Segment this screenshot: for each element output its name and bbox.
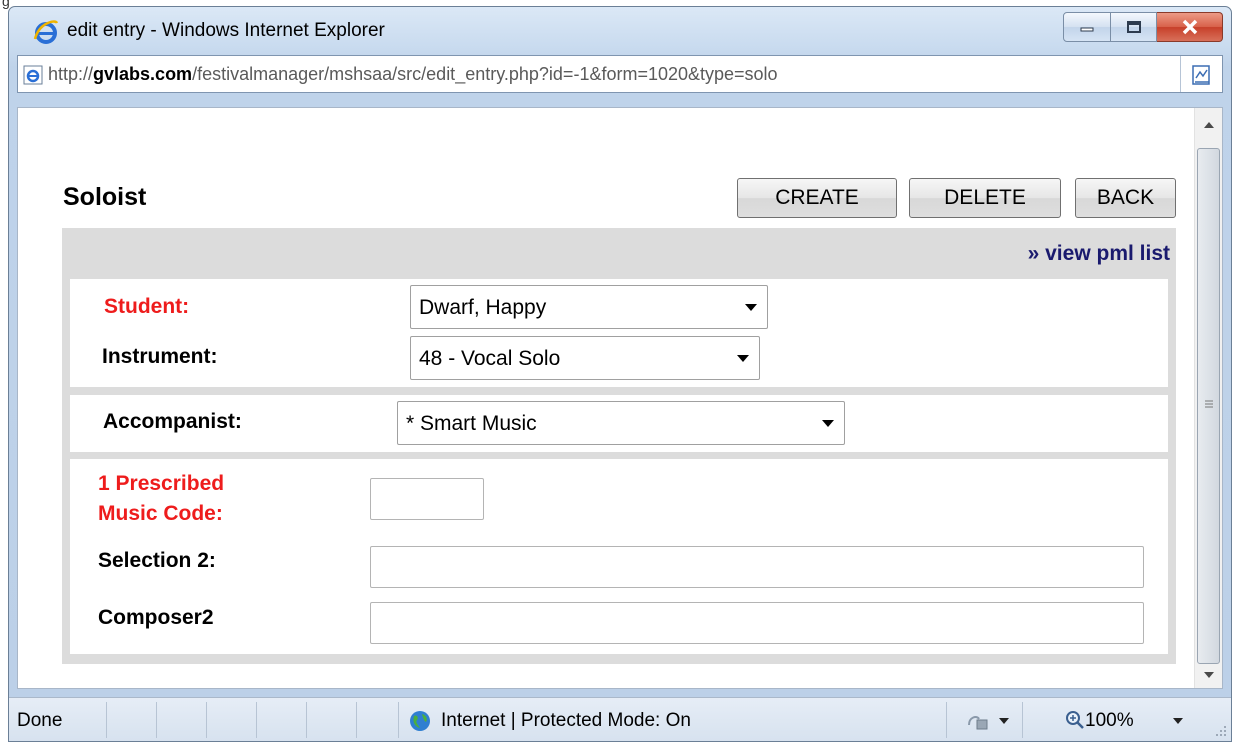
- chevron-down-icon: [737, 355, 749, 362]
- accompanist-select-value: * Smart Music: [406, 412, 537, 435]
- maximize-button[interactable]: [1111, 12, 1157, 42]
- accompanist-label: Accompanist:: [103, 410, 242, 433]
- selection2-input[interactable]: [370, 546, 1144, 588]
- student-select[interactable]: Dwarf, Happy: [410, 285, 768, 329]
- pml-code-label-line1: 1 Prescribed: [98, 472, 225, 495]
- pml-code-label-line2: Music Code:: [98, 502, 223, 525]
- music-section: 1 Prescribed Music Code: Selection 2: Co…: [70, 459, 1168, 654]
- page-title: Soloist: [63, 183, 147, 211]
- selection2-label: Selection 2:: [98, 549, 216, 572]
- url-text[interactable]: http://gvlabs.com/festivalmanager/mshsaa…: [48, 64, 778, 85]
- scroll-grip-icon: [1205, 400, 1213, 408]
- student-select-value: Dwarf, Happy: [419, 296, 547, 319]
- zoom-icon: [1066, 711, 1084, 729]
- status-cell: [207, 702, 257, 738]
- scroll-up-button[interactable]: [1195, 112, 1222, 138]
- compatibility-view-icon[interactable]: [1190, 63, 1214, 87]
- minimize-icon: [1080, 27, 1094, 32]
- student-section: Student: Dwarf, Happy Instrument: 48 - V…: [70, 279, 1168, 387]
- vertical-scrollbar[interactable]: [1194, 108, 1222, 688]
- url-domain: gvlabs.com: [93, 64, 193, 84]
- window-title: edit entry - Windows Internet Explorer: [67, 20, 385, 41]
- status-cell: [257, 702, 307, 738]
- minimize-button[interactable]: [1063, 12, 1111, 42]
- page-icon: [23, 65, 43, 85]
- scroll-up-icon: [1203, 122, 1214, 128]
- accompanist-select[interactable]: * Smart Music: [397, 401, 845, 445]
- window-controls: [1063, 12, 1223, 42]
- url-prefix: http://: [48, 64, 94, 84]
- status-cell: [357, 702, 399, 738]
- status-bar: Done Internet | Protected Mode: On 100%: [9, 697, 1231, 741]
- create-button[interactable]: CREATE: [737, 178, 897, 218]
- ie-logo-icon: [33, 20, 59, 44]
- pml-code-input[interactable]: [370, 478, 484, 520]
- maximize-icon: [1126, 21, 1141, 33]
- instrument-select-value: 48 - Vocal Solo: [419, 347, 561, 370]
- delete-button[interactable]: DELETE: [909, 178, 1061, 218]
- composer2-label: Composer2: [98, 606, 214, 629]
- chevron-down-icon: [822, 420, 834, 427]
- student-label: Student:: [104, 295, 190, 318]
- pml-code-label: 1 Prescribed Music Code:: [98, 469, 224, 529]
- instrument-label: Instrument:: [102, 345, 218, 368]
- address-bar[interactable]: http://gvlabs.com/festivalmanager/mshsaa…: [17, 55, 1223, 93]
- scroll-thumb[interactable]: [1197, 148, 1220, 664]
- page-content: Soloist CREATE DELETE BACK » view pml li…: [18, 108, 1194, 688]
- status-cell: [399, 702, 947, 738]
- chevron-down-icon: [745, 304, 757, 311]
- entry-form-panel: » view pml list Student: Dwarf, Happy In…: [62, 228, 1176, 664]
- chevron-down-icon[interactable]: [1173, 718, 1183, 724]
- zoom-level[interactable]: 100%: [1085, 710, 1134, 732]
- composer2-input[interactable]: [370, 602, 1144, 644]
- status-cell: [947, 702, 1023, 738]
- view-pml-list-link[interactable]: » view pml list: [1028, 242, 1170, 266]
- accompanist-section: Accompanist: * Smart Music: [70, 395, 1168, 452]
- status-cell: [107, 702, 157, 738]
- scroll-down-icon: [1203, 672, 1214, 678]
- title-bar[interactable]: edit entry - Windows Internet Explorer: [9, 7, 1231, 55]
- page-viewport: Soloist CREATE DELETE BACK » view pml li…: [17, 107, 1223, 689]
- url-path: /festivalmanager/mshsaa/src/edit_entry.p…: [192, 64, 778, 84]
- scroll-down-button[interactable]: [1195, 662, 1222, 688]
- close-button[interactable]: [1157, 12, 1223, 42]
- close-icon: [1182, 19, 1197, 35]
- status-cell: [9, 702, 107, 738]
- ie-window: edit entry - Windows Internet Explorer h…: [8, 6, 1232, 742]
- instrument-select[interactable]: 48 - Vocal Solo: [410, 336, 760, 380]
- resize-grip-icon[interactable]: [1213, 723, 1227, 737]
- back-button[interactable]: BACK: [1075, 178, 1176, 218]
- address-separator: [1180, 56, 1181, 92]
- status-cell: [157, 702, 207, 738]
- status-cell: [307, 702, 357, 738]
